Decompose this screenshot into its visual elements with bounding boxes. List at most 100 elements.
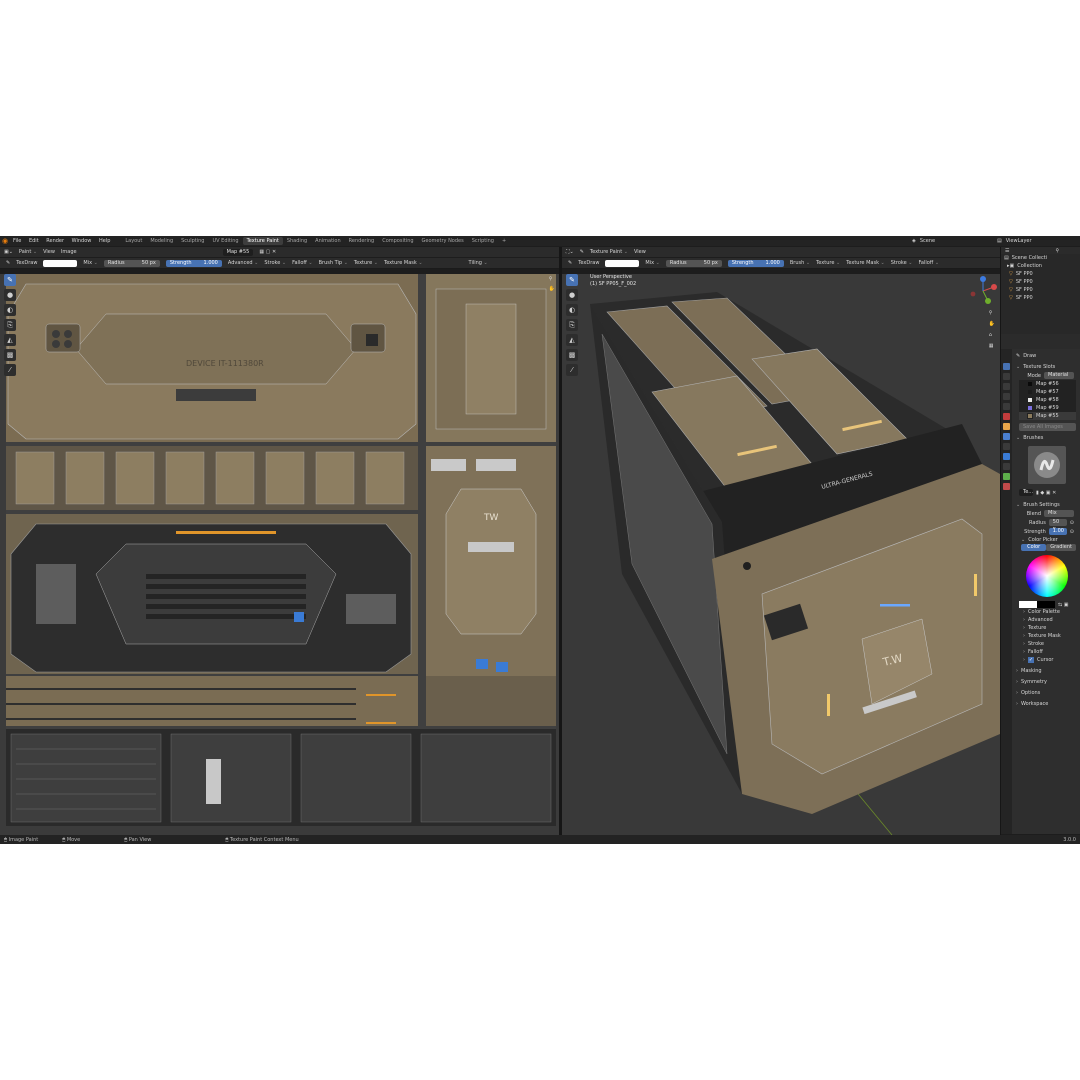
smear-tool-icon[interactable]: ◐: [4, 304, 16, 316]
image-menu[interactable]: Image: [61, 249, 77, 255]
strength-field[interactable]: Strength 1.000: [727, 259, 784, 267]
image-browse-icon[interactable]: ▦ ▢ ✕: [259, 249, 276, 255]
clone-tool-icon[interactable]: ⎘: [566, 319, 578, 331]
smear-tool-icon[interactable]: ◐: [566, 304, 578, 316]
falloff-menu[interactable]: Falloff: [918, 260, 939, 266]
view-layer-selector[interactable]: ▤ ViewLayer: [997, 236, 1032, 246]
texture-mask-menu[interactable]: Texture Mask: [384, 260, 423, 266]
brush-menu[interactable]: Brush: [790, 260, 810, 266]
menu-window[interactable]: Window: [69, 238, 95, 244]
mode-dropdown[interactable]: Material: [1044, 372, 1074, 379]
outliner-row-object[interactable]: ▽ SF PP0: [1001, 286, 1080, 294]
stroke-menu[interactable]: Stroke: [891, 260, 913, 266]
annotate-tool-icon[interactable]: ⁄: [4, 364, 16, 376]
outliner-row-object[interactable]: ▽ SF PP0: [1001, 278, 1080, 286]
subsection-falloff[interactable]: › Falloff: [1013, 648, 1080, 656]
brush-preview[interactable]: [1027, 446, 1066, 484]
clone-tool-icon[interactable]: ⎘: [4, 319, 16, 331]
cursor-checkbox[interactable]: ✓: [1028, 657, 1034, 663]
save-all-images-button[interactable]: Save All Images: [1019, 423, 1076, 431]
zoom-icon[interactable]: ⚲: [989, 310, 995, 316]
camera-icon[interactable]: ⌂: [989, 332, 995, 338]
outliner-row-collection[interactable]: ▸▣ Collection: [1001, 262, 1080, 270]
subsection-advanced[interactable]: › Advanced: [1013, 616, 1080, 624]
pan-hand-icon[interactable]: ✋: [549, 286, 555, 292]
constraints-tab-icon[interactable]: [1003, 463, 1010, 470]
brushes-header[interactable]: ⌄ Brushes: [1013, 434, 1080, 442]
falloff-menu[interactable]: Falloff: [292, 260, 313, 266]
subsection-texture-mask[interactable]: › Texture Mask: [1013, 632, 1080, 640]
object-tab-icon[interactable]: [1003, 423, 1010, 430]
outliner-editor-icon[interactable]: ☰: [1005, 248, 1009, 254]
tab-shading[interactable]: Shading: [283, 237, 311, 245]
paint-mode-dropdown[interactable]: Paint: [19, 249, 37, 255]
color-wheel[interactable]: [1025, 555, 1068, 597]
texture-menu[interactable]: Texture: [354, 260, 378, 266]
texture-slot[interactable]: Map #56: [1019, 380, 1076, 388]
outliner-row-object[interactable]: ▽ SF PP0: [1001, 294, 1080, 302]
zoom-icon[interactable]: ⚲: [549, 276, 555, 282]
tab-modeling[interactable]: Modeling: [146, 237, 177, 245]
tab-animation[interactable]: Animation: [311, 237, 345, 245]
texture-slot[interactable]: Map #59: [1019, 404, 1076, 412]
symmetry-header[interactable]: › Symmetry: [1013, 678, 1080, 686]
soften-tool-icon[interactable]: ●: [566, 289, 578, 301]
modifier-tab-icon[interactable]: [1003, 433, 1010, 440]
brush-name[interactable]: TexDraw: [578, 260, 599, 266]
secondary-color-swatch[interactable]: [1037, 601, 1055, 608]
draw-tool-icon[interactable]: ✎: [4, 274, 16, 286]
fill-tool-icon[interactable]: ◭: [566, 334, 578, 346]
view-menu[interactable]: View: [634, 249, 646, 255]
strength-field[interactable]: Strength 1.000: [165, 259, 222, 267]
texture-slot[interactable]: Map #58: [1019, 396, 1076, 404]
tab-scripting[interactable]: Scripting: [468, 237, 498, 245]
subsection-stroke[interactable]: › Stroke: [1013, 640, 1080, 648]
advanced-menu[interactable]: Advanced: [228, 260, 258, 266]
color-swatch[interactable]: [43, 259, 78, 267]
color-swatch[interactable]: [605, 259, 640, 267]
radius-field[interactable]: Radius 50 px: [665, 259, 722, 267]
texture-mask-menu[interactable]: Texture Mask: [846, 260, 885, 266]
blend-dropdown[interactable]: Mix: [83, 260, 97, 266]
menu-file[interactable]: File: [10, 238, 24, 244]
menu-render[interactable]: Render: [43, 238, 67, 244]
view-menu[interactable]: View: [43, 249, 55, 255]
swap-colors-icon[interactable]: ⇆ ▣: [1058, 602, 1069, 608]
options-header[interactable]: › Options: [1013, 689, 1080, 697]
annotate-tool-icon[interactable]: ⁄: [566, 364, 578, 376]
mask-tool-icon[interactable]: ▩: [4, 349, 16, 361]
scene-tab-icon[interactable]: [1003, 403, 1010, 410]
blend-dropdown[interactable]: Mix: [645, 260, 659, 266]
masking-header[interactable]: › Masking: [1013, 667, 1080, 675]
image-name-field[interactable]: Map #55: [222, 248, 254, 256]
particles-tab-icon[interactable]: [1003, 443, 1010, 450]
brush-settings-header[interactable]: ⌄ Brush Settings: [1013, 501, 1080, 509]
texture-slots-header[interactable]: ⌄ Texture Slots: [1013, 363, 1080, 371]
tab-gradient[interactable]: Gradient: [1046, 544, 1076, 551]
radius-field[interactable]: Radius 50 px: [103, 259, 160, 267]
subsection-cursor[interactable]: › ✓ Cursor: [1013, 656, 1080, 664]
blender-logo-icon[interactable]: ◉: [0, 236, 10, 246]
data-tab-icon[interactable]: [1003, 473, 1010, 480]
pan-hand-icon[interactable]: ✋: [989, 321, 995, 327]
draw-tool-icon[interactable]: ✎: [566, 274, 578, 286]
output-tab-icon[interactable]: [1003, 383, 1010, 390]
pressure-icon[interactable]: ⊙: [1070, 529, 1074, 535]
add-workspace-button[interactable]: +: [498, 237, 510, 245]
material-tab-icon[interactable]: [1003, 483, 1010, 490]
brush-name[interactable]: TexDraw: [16, 260, 37, 266]
physics-tab-icon[interactable]: [1003, 453, 1010, 460]
render-tab-icon[interactable]: [1003, 373, 1010, 380]
grid-icon[interactable]: ▦: [989, 343, 995, 349]
brush-name-field[interactable]: Te...: [1019, 489, 1033, 496]
color-picker-header[interactable]: ⌄ Color Picker: [1013, 536, 1080, 544]
tool-tab-icon[interactable]: [1003, 363, 1010, 370]
tab-texture-paint[interactable]: Texture Paint: [242, 237, 283, 245]
brush-actions-icon[interactable]: ▮ ◆ ▣ ✕: [1036, 490, 1056, 496]
brush-tip-menu[interactable]: Brush Tip: [319, 260, 348, 266]
navigation-gizmo[interactable]: [968, 276, 998, 306]
view-layer-tab-icon[interactable]: [1003, 393, 1010, 400]
soften-tool-icon[interactable]: ●: [4, 289, 16, 301]
tab-layout[interactable]: Layout: [121, 237, 146, 245]
workspace-header[interactable]: › Workspace: [1013, 700, 1080, 708]
